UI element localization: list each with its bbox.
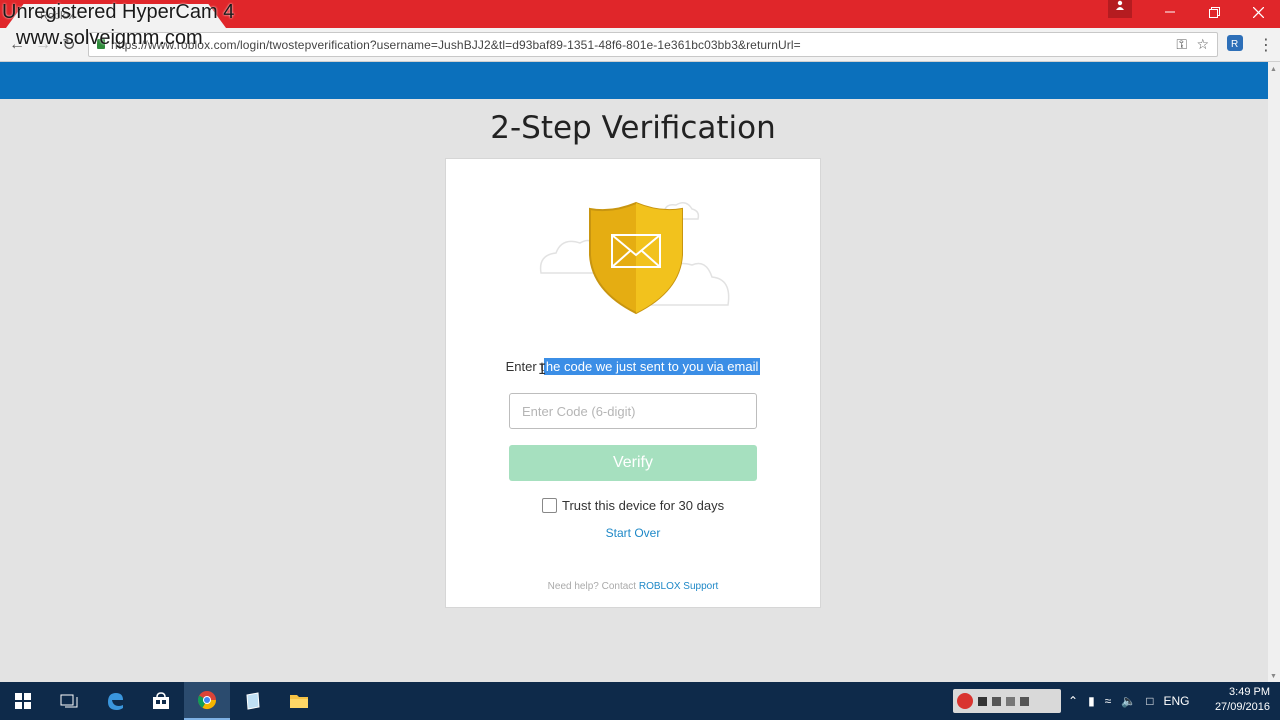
screen-recorder-controls[interactable]: [953, 689, 1061, 713]
camera-icon[interactable]: [992, 696, 1001, 706]
close-button[interactable]: [1236, 0, 1280, 24]
forward-icon[interactable]: →: [32, 35, 54, 55]
scroll-up-icon[interactable]: ▲: [1270, 66, 1277, 73]
bookmark-star-icon[interactable]: ☆: [1196, 36, 1209, 53]
edge-icon[interactable]: [92, 682, 138, 720]
verification-card: Enter t he code we just sent to you via e…: [445, 158, 821, 608]
address-bar[interactable]: https://www.roblox.com/login/twostepveri…: [88, 32, 1218, 57]
taskbar-clock[interactable]: 3:49 PM 27/09/2016: [1215, 685, 1270, 715]
text-cursor-icon: I: [538, 362, 547, 378]
language-indicator[interactable]: ENG: [1163, 694, 1189, 708]
system-tray: ⌃ ▮ ≈ 🔈 □ ENG: [1068, 682, 1189, 720]
trust-device-checkbox[interactable]: [542, 497, 557, 513]
mic-icon[interactable]: [1006, 696, 1015, 706]
reload-icon[interactable]: ↻: [58, 35, 80, 55]
verify-button[interactable]: Verify: [509, 445, 757, 481]
notepad-icon[interactable]: [230, 682, 276, 720]
wifi-icon[interactable]: ≈: [1105, 694, 1112, 708]
browser-tab[interactable]: Roblox: [6, 4, 226, 28]
svg-text:R: R: [1231, 39, 1238, 50]
store-icon[interactable]: [138, 682, 184, 720]
settings-icon[interactable]: [1020, 696, 1029, 706]
url-text: https://www.roblox.com/login/twostepveri…: [111, 38, 801, 52]
restore-button[interactable]: [1192, 0, 1236, 24]
start-icon[interactable]: [0, 682, 46, 720]
trust-device-row[interactable]: Trust this device for 30 days: [542, 496, 724, 514]
help-prefix: Need help? Contact: [547, 581, 639, 592]
stop-icon[interactable]: [978, 696, 987, 706]
clock-date: 27/09/2016: [1214, 701, 1270, 713]
back-icon[interactable]: ←: [6, 35, 28, 55]
code-prompt: Enter t he code we just sent to you via e…: [446, 358, 820, 375]
tab-title: Roblox: [40, 10, 75, 22]
windows-taskbar: ⌃ ▮ ≈ 🔈 □ ENG 3:49 PM 27/09/2016: [0, 682, 1280, 720]
minimize-button[interactable]: [1148, 0, 1192, 24]
browser-toolbar: ← → ↻ https://www.roblox.com/login/twost…: [0, 28, 1280, 62]
help-text: Need help? Contact ROBLOX Support: [446, 581, 820, 592]
profile-icon[interactable]: [1108, 0, 1132, 18]
trust-device-label[interactable]: Trust this device for 30 days: [562, 498, 724, 513]
chrome-icon[interactable]: [184, 682, 230, 720]
page-scrollbar[interactable]: ▲ ▼: [1268, 62, 1280, 682]
prompt-selected-text: he code we just sent to you via email: [543, 358, 761, 375]
volume-icon[interactable]: 🔈: [1121, 694, 1136, 708]
roblox-support-link[interactable]: ROBLOX Support: [639, 581, 718, 592]
file-explorer-icon[interactable]: [276, 682, 322, 720]
task-view-icon[interactable]: [46, 682, 92, 720]
browser-title-bar: Roblox: [0, 0, 1280, 28]
record-pause-icon[interactable]: [957, 693, 973, 709]
key-icon[interactable]: ⚿: [1176, 36, 1187, 53]
menu-icon[interactable]: ⋮: [1255, 35, 1277, 55]
start-over-link[interactable]: Start Over: [446, 526, 820, 540]
secure-lock-icon: [97, 39, 105, 49]
shield-envelope-icon: [539, 201, 730, 315]
code-input[interactable]: [509, 393, 757, 429]
battery-icon[interactable]: ▮: [1088, 694, 1095, 708]
extension-icon[interactable]: R: [1226, 34, 1244, 52]
site-header: [0, 62, 1268, 99]
scroll-down-icon[interactable]: ▼: [1270, 673, 1277, 680]
window-controls: [1108, 0, 1280, 28]
chevron-up-icon[interactable]: ⌃: [1068, 694, 1078, 708]
action-center-icon[interactable]: □: [1146, 694, 1153, 708]
page-title: 2-Step Verification: [490, 110, 776, 146]
clock-time: 3:49 PM: [1229, 686, 1270, 698]
